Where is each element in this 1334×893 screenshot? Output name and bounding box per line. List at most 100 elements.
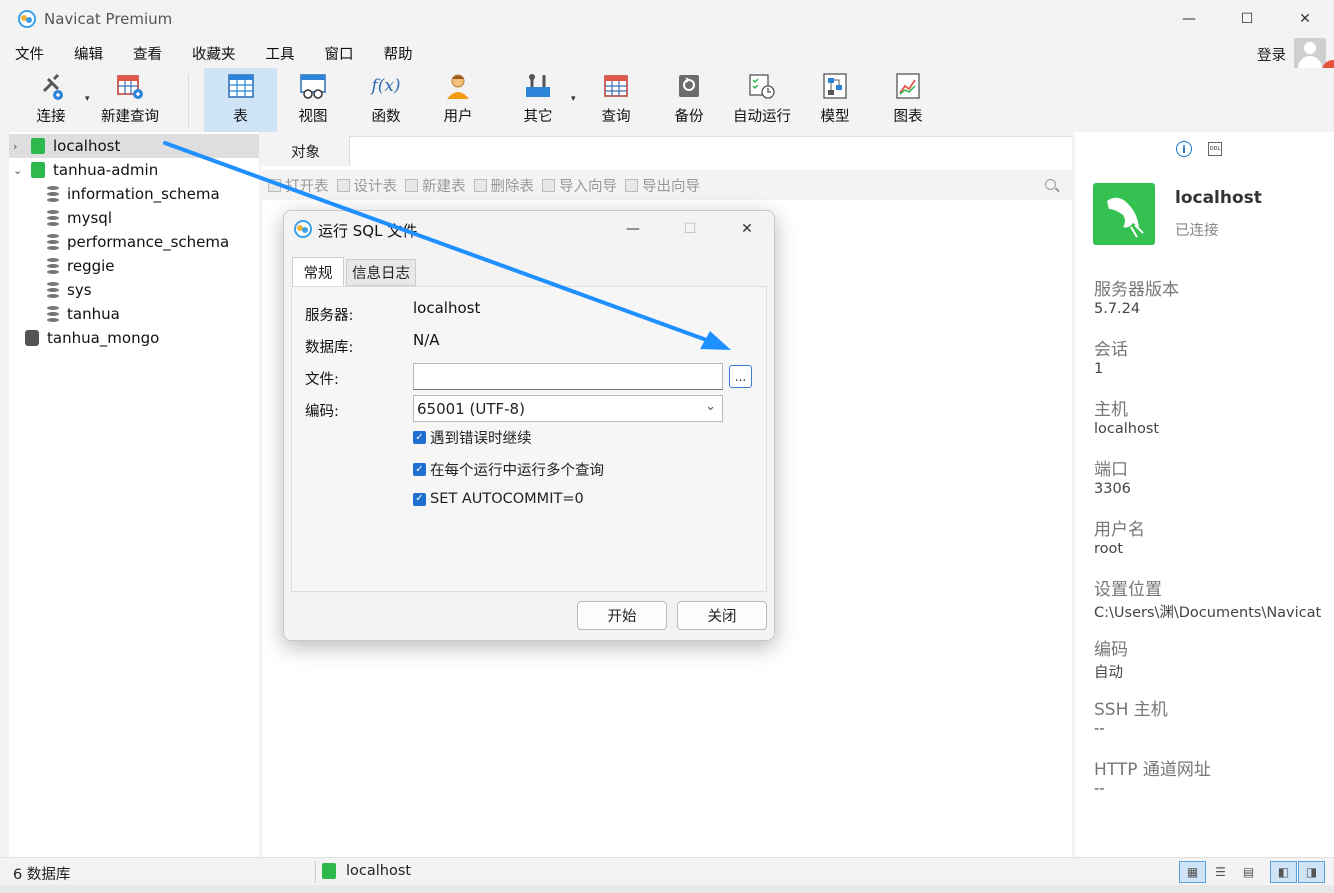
menu-edit[interactable]: 编辑 [59,43,118,64]
database-icon [47,306,59,322]
tree-item-sys[interactable]: sys [9,278,259,302]
property-label: HTTP 通道网址 [1094,760,1211,780]
object-toolbar-label: 删除表 [490,178,535,195]
database-icon [47,282,59,298]
toolbar-backup-button[interactable]: 备份 [659,68,719,132]
tree-item-mysql[interactable]: mysql [9,206,259,230]
start-button[interactable]: 开始 [577,601,667,630]
tree-item-reggie[interactable]: reggie [9,254,259,278]
ddl-tab-icon[interactable]: DDL [1208,142,1222,156]
status-divider [315,861,316,883]
multiple-queries-checkbox[interactable]: ✓ 在每个运行中运行多个查询 [413,459,604,480]
minimize-button[interactable]: — [1160,0,1218,38]
collapse-arrow-icon[interactable]: ⌄ [13,164,25,177]
menu-bar: 文件 编辑 查看 收藏夹 工具 窗口 帮助 登录 [0,38,1334,68]
expand-arrow-icon[interactable]: › [13,140,25,153]
dialog-title: 运行 SQL 文件 [318,222,418,240]
close-button[interactable]: ✕ [1276,0,1334,38]
property-value: 1 [1094,361,1104,377]
dialog-close-button[interactable]: ✕ [718,211,776,247]
status-connection: localhost [322,863,411,879]
tree-item-tanhua-mongo[interactable]: tanhua_mongo [9,326,259,350]
toolbar-user-button[interactable]: 用户 [428,68,488,132]
checkbox-label: SET AUTOCOMMIT=0 [430,491,584,507]
toolbar-others-button[interactable]: 其它 [508,68,568,132]
right-pane-toggle-icon[interactable]: ◨ [1298,861,1325,883]
tree-item-information-schema[interactable]: information_schema [9,182,259,206]
toolbar-view-button[interactable]: 视图 [282,68,344,132]
checkbox-label: 在每个运行中运行多个查询 [430,463,604,479]
file-path-input[interactable] [413,363,723,390]
delete-table-button[interactable]: 删除表 [473,175,535,196]
encoding-value: 65001 (UTF-8) [417,399,525,418]
design-table-button[interactable]: 设计表 [336,175,397,196]
autocommit-checkbox[interactable]: ✓ SET AUTOCOMMIT=0 [413,491,584,507]
file-label: 文件: [305,372,339,388]
search-icon[interactable] [1045,179,1056,190]
table-icon [226,71,256,101]
user-icon [443,71,473,101]
info-tab-icon[interactable]: i [1176,141,1192,157]
tree-item-localhost[interactable]: › localhost [9,134,259,158]
menu-help[interactable]: 帮助 [369,43,428,64]
tab-objects[interactable]: 对象 [262,136,350,166]
encoding-select[interactable]: 65001 (UTF-8) ⌄ [413,395,723,422]
function-icon: f(x) [371,71,401,101]
toolbar-model-button[interactable]: 模型 [805,68,865,132]
view-icon [298,71,328,101]
toolbar-automation-button[interactable]: 自动运行 [727,68,797,132]
tree-item-performance-schema[interactable]: performance_schema [9,230,259,254]
open-table-button[interactable]: 打开表 [268,175,329,196]
mysql-connection-icon [322,863,336,879]
detail-view-icon[interactable]: ▤ [1235,861,1262,883]
checkbox-checked-icon: ✓ [413,463,426,476]
user-avatar-icon[interactable] [1294,38,1326,70]
toolbar-label: 自动运行 [733,109,791,125]
left-pane-toggle-icon[interactable]: ◧ [1270,861,1297,883]
tab-general[interactable]: 常规 [292,257,344,287]
tree-item-label: reggie [67,257,115,275]
menu-favorites[interactable]: 收藏夹 [177,43,251,64]
toolbar-function-button[interactable]: f(x) 函数 [356,68,416,132]
tree-item-tanhua[interactable]: tanhua [9,302,259,326]
menu-view[interactable]: 查看 [118,43,177,64]
mysql-dolphin-icon [1093,183,1155,245]
new-table-button[interactable]: 新建表 [405,175,466,196]
toolbar-query-button[interactable]: 查询 [586,68,646,132]
list-view-icon[interactable]: ☰ [1207,861,1234,883]
encoding-label: 编码: [305,404,339,420]
tree-item-tanhua-admin[interactable]: ⌄ tanhua-admin [9,158,259,182]
object-toolbar-label: 打开表 [285,178,329,195]
menu-file[interactable]: 文件 [0,43,59,64]
maximize-button[interactable]: ☐ [1218,0,1276,38]
dialog-minimize-button[interactable]: — [604,211,662,247]
browse-file-button[interactable]: ... [729,365,752,388]
others-dropdown-icon[interactable]: ▾ [571,94,576,104]
toolbar-label: 查询 [601,109,631,125]
export-wizard-button[interactable]: 导出向导 [625,175,700,196]
continue-on-error-checkbox[interactable]: ✓ 遇到错误时继续 [413,427,532,448]
connection-status: 已连接 [1175,223,1219,239]
object-toolbar-label: 导出向导 [642,178,700,195]
toolbar-chart-button[interactable]: 图表 [878,68,938,132]
close-dialog-button[interactable]: 关闭 [677,601,767,630]
connection-plug-icon [36,71,66,101]
database-icon [47,234,59,250]
delete-table-icon [473,178,487,192]
tree-item-label: information_schema [67,185,220,203]
login-link[interactable]: 登录 [1257,44,1286,65]
toolbar-table-button[interactable]: 表 [204,68,277,132]
status-bar: 6 数据库 localhost ▦ ☰ ▤ ◧ ◨ [0,857,1334,885]
status-connection-label: localhost [346,863,412,879]
connection-dropdown-icon[interactable]: ▾ [85,94,90,104]
database-icon [47,210,59,226]
menu-window[interactable]: 窗口 [310,43,369,64]
backup-icon [674,71,704,101]
import-wizard-button[interactable]: 导入向导 [542,175,617,196]
tab-message-log[interactable]: 信息日志 [346,259,416,286]
property-value: C:\Users\渊\Documents\Navicat [1094,605,1322,621]
toolbar-new-query-button[interactable]: 新建查询 [96,68,164,132]
toolbar-connection-button[interactable]: 连接 [22,68,80,132]
grid-view-icon[interactable]: ▦ [1179,861,1206,883]
menu-tools[interactable]: 工具 [251,43,310,64]
